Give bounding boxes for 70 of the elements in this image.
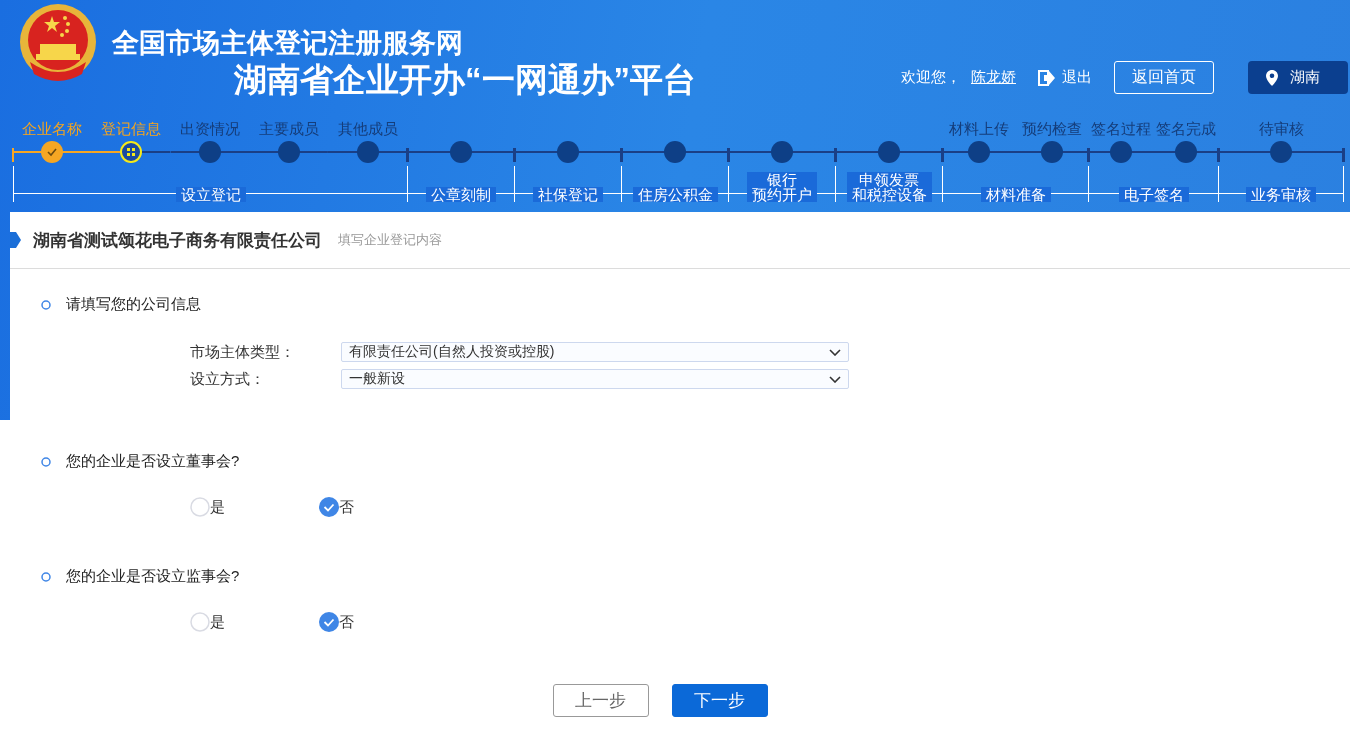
next-button[interactable]: 下一步 [671, 684, 768, 717]
stage-label: 和税控设备 [851, 187, 927, 202]
caret-icon [829, 348, 841, 356]
step-label: 预约检查 [1021, 119, 1082, 139]
field-label: 设立方式： [190, 369, 266, 389]
caret-icon [829, 375, 841, 383]
option-label: 否 [339, 612, 354, 632]
step-dot [1174, 141, 1197, 163]
step-label: 签名完成 [1155, 119, 1216, 139]
region-button[interactable]: 湖南 [1248, 61, 1348, 94]
option-label: 是 [210, 612, 225, 632]
stage-label: 业务审核 [1246, 187, 1316, 202]
step-label: 其他成员 [337, 119, 398, 139]
logout-icon [1038, 69, 1056, 86]
step-label: 材料上传 [948, 119, 1009, 139]
page-subtitle: 填写企业登记内容 [338, 231, 442, 249]
stage-label: 电子签名 [1118, 187, 1189, 202]
step-dot [770, 141, 793, 163]
platform-title: 湖南省企业开办“一网通办”平台 [234, 60, 696, 100]
select-field[interactable]: 一般新设 [341, 369, 849, 389]
section-title: 请填写您的公司信息 [66, 295, 201, 314]
section-title: 您的企业是否设立董事会? [66, 452, 240, 471]
step-label: 企业名称 [22, 119, 83, 139]
stage-label: 材料准备 [980, 187, 1051, 202]
bullet-icon [41, 571, 51, 582]
previous-button[interactable]: 上一步 [552, 684, 649, 717]
current-step-icon [120, 141, 143, 163]
step-dot [967, 141, 990, 163]
company-title: 湖南省测试颂花电子商务有限责任公司 [33, 229, 322, 252]
step-dot [556, 141, 579, 163]
step-label: 出资情况 [180, 119, 240, 139]
step-dot [1040, 141, 1063, 163]
bullet-icon [41, 456, 51, 467]
stage-label: 公章刻制 [426, 187, 496, 202]
step-dot [877, 141, 900, 163]
marker-icon [10, 232, 21, 248]
radio-button[interactable] [190, 497, 210, 517]
step-dot [1109, 141, 1132, 163]
radio-button[interactable] [319, 497, 339, 517]
option-label: 否 [339, 497, 354, 517]
stage-label: 申领发票 [859, 172, 919, 187]
site-title: 全国市场主体登记注册服务网 [112, 27, 464, 59]
logout-link[interactable]: 退出 [1038, 68, 1092, 87]
radio-button[interactable] [319, 612, 339, 632]
section-title: 您的企业是否设立监事会? [66, 567, 240, 586]
step-dot [663, 141, 686, 163]
welcome-text: 欢迎您， [901, 68, 961, 87]
stage-label: 住房公积金 [632, 187, 718, 202]
step-label: 待审核 [1258, 119, 1304, 139]
step-dot [1270, 141, 1292, 163]
option-label: 是 [210, 497, 225, 517]
location-pin-icon [1266, 69, 1278, 86]
step-label: 签名过程 [1090, 119, 1151, 139]
step-dot [199, 141, 221, 163]
step-label: 主要成员 [258, 119, 319, 139]
stage-label: 银行 [767, 172, 797, 187]
field-label: 市场主体类型： [190, 342, 296, 362]
user-link[interactable]: 陈龙娇 [971, 68, 1016, 87]
stage-label: 预约开户 [752, 187, 812, 202]
step-label: 登记信息 [101, 119, 162, 139]
select-field[interactable]: 有限责任公司(自然人投资或控股) [341, 342, 849, 362]
step-dot [356, 141, 379, 163]
bullet-icon [41, 299, 51, 310]
stage-label: 社保登记 [533, 187, 603, 202]
step-dot [449, 141, 472, 163]
check-step-icon [41, 141, 64, 163]
stage-label: 设立登记 [175, 187, 246, 202]
home-button[interactable]: 返回首页 [1114, 61, 1214, 94]
radio-button[interactable] [190, 612, 210, 632]
step-dot [277, 141, 300, 163]
